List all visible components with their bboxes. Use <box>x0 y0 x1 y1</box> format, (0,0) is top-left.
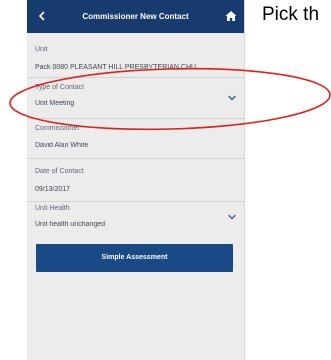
chevron-left-icon <box>39 11 45 21</box>
home-icon <box>225 11 237 21</box>
mobile-screen: Commissioner New Contact Unit Pack 0080 … <box>27 0 245 360</box>
date-of-contact-value: 09/13/2017 <box>35 186 71 193</box>
chevron-down-icon <box>228 95 236 101</box>
type-of-contact-label: Type of Contact <box>35 84 85 91</box>
date-of-contact-field[interactable]: Date of Contact 09/13/2017 <box>27 159 244 202</box>
simple-assessment-button[interactable]: Simple Assessment <box>36 244 233 272</box>
unit-health-value: Unit health unchanged <box>35 221 106 228</box>
type-of-contact-dropdown[interactable]: Type of Contact Unit Meeting <box>27 78 244 119</box>
commissioner-label: Commissioner <box>35 125 80 132</box>
instruction-text: Pick th <box>262 4 320 25</box>
nav-bar: Commissioner New Contact <box>27 0 244 33</box>
chevron-down-icon <box>228 214 236 220</box>
page-title: Commissioner New Contact <box>82 12 189 21</box>
type-of-contact-value: Unit Meeting <box>35 100 75 107</box>
unit-value: Pack 0080 PLEASANT HILL PRESBYTERIAN CHU… <box>35 64 202 71</box>
commissioner-value: David Alan White <box>35 142 89 149</box>
back-button[interactable] <box>35 9 49 23</box>
unit-health-dropdown[interactable]: Unit Health Unit health unchanged <box>27 202 244 235</box>
unit-field[interactable]: Unit Pack 0080 PLEASANT HILL PRESBYTERIA… <box>27 33 244 78</box>
unit-label: Unit <box>35 46 48 53</box>
home-button[interactable] <box>224 9 238 23</box>
screenshot-stage: Commissioner New Contact Unit Pack 0080 … <box>0 0 331 360</box>
date-of-contact-label: Date of Contact <box>35 168 84 175</box>
unit-health-label: Unit Health <box>35 205 70 212</box>
commissioner-field[interactable]: Commissioner David Alan White <box>27 119 244 159</box>
